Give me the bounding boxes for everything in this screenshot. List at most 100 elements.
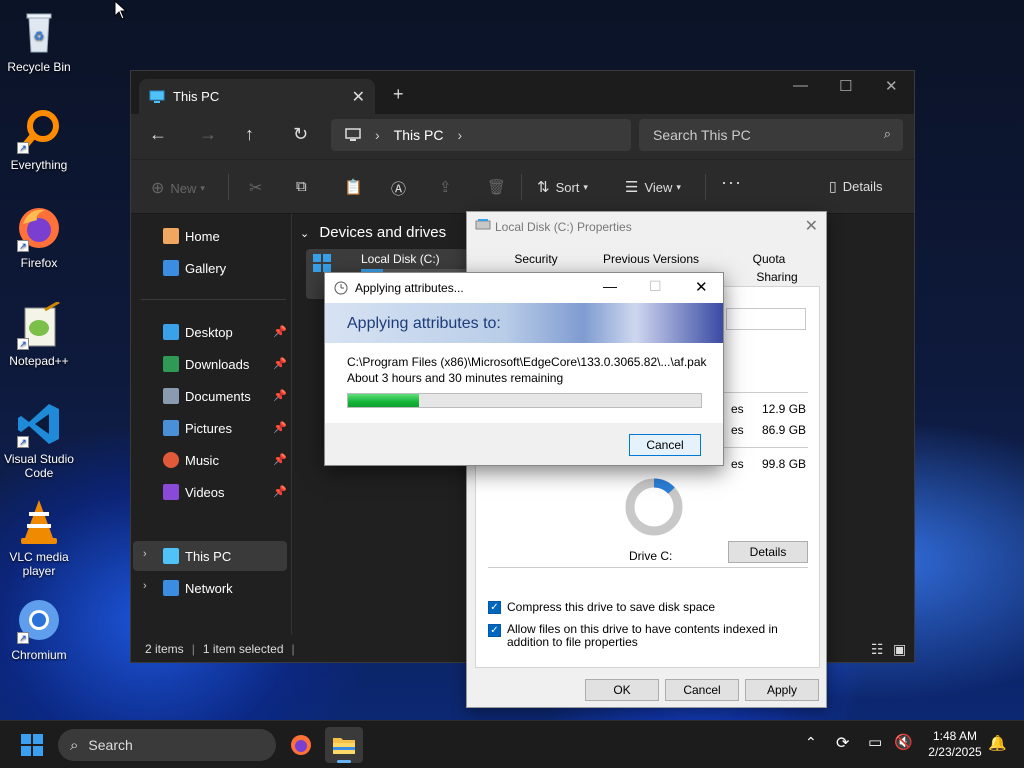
separator: [488, 567, 808, 568]
desktop-icon-notepadpp[interactable]: ↗ Notepad++: [1, 300, 77, 368]
desktop-icon-label: VLC media player: [9, 550, 69, 578]
desktop-icon-everything[interactable]: ↗ Everything: [1, 106, 77, 172]
shortcut-arrow-icon: ↗: [17, 436, 29, 448]
clock-date: 2/23/2025: [928, 745, 982, 759]
cancel-button[interactable]: Cancel: [665, 679, 739, 701]
rename-icon[interactable]: Ⓐ: [391, 178, 406, 199]
more-options-icon[interactable]: ···: [721, 172, 742, 193]
sidebar-item-documents[interactable]: Documents: [163, 388, 251, 404]
desktop-icon-label: Notepad++: [9, 354, 69, 368]
pin-icon[interactable]: 📌: [273, 453, 287, 466]
expand-chevron-icon[interactable]: ›: [143, 548, 147, 560]
details-view-icon[interactable]: ☷: [871, 641, 884, 658]
apply-button[interactable]: Apply: [745, 679, 819, 701]
start-windows-icon[interactable]: [20, 733, 44, 757]
sort-button[interactable]: ⇅ Sort ▾: [537, 178, 588, 196]
new-button[interactable]: ⊕ New ▾: [151, 178, 205, 198]
sidebar-item-pictures[interactable]: Pictures: [163, 420, 232, 436]
index-option[interactable]: ✓ Allow files on this drive to have cont…: [488, 623, 808, 649]
sidebar-item-music[interactable]: Music: [163, 452, 219, 468]
pin-icon[interactable]: 📌: [273, 389, 287, 402]
sidebar-item-label: Downloads: [185, 356, 250, 372]
desktop-icon-label: Firefox: [20, 256, 58, 270]
current-file-path: C:\Program Files (x86)\Microsoft\EdgeCor…: [347, 355, 707, 369]
tiles-view-icon[interactable]: ▣: [893, 641, 906, 658]
forward-icon[interactable]: →: [199, 124, 217, 145]
cancel-button[interactable]: Cancel: [629, 434, 701, 456]
sidebar-item-desktop[interactable]: Desktop: [163, 324, 233, 340]
notifications-bell-icon[interactable]: 🔔: [988, 734, 1007, 752]
view-button[interactable]: ☰ View ▾: [625, 178, 681, 196]
back-icon[interactable]: ←: [149, 124, 167, 145]
search-input[interactable]: Search This PC ⌕: [639, 119, 903, 151]
navigation-pane: Home Gallery Desktop 📌 Downloads 📌 Docum…: [131, 214, 291, 634]
details-button[interactable]: Details: [728, 541, 808, 563]
shortcut-arrow-icon: ↗: [17, 240, 29, 252]
taskbar-firefox[interactable]: [282, 727, 320, 763]
sidebar-item-downloads[interactable]: Downloads: [163, 356, 249, 372]
status-divider: |: [191, 642, 195, 656]
shortcut-arrow-icon: ↗: [17, 632, 29, 644]
close-icon[interactable]: ✕: [805, 216, 818, 236]
tab-sharing[interactable]: Sharing: [739, 270, 815, 284]
disk-usage-donut: [625, 478, 683, 536]
pin-icon[interactable]: 📌: [273, 485, 287, 498]
show-hidden-icons-chevron-icon[interactable]: ⌃: [805, 734, 817, 751]
sync-icon[interactable]: ⟳: [836, 733, 849, 753]
group-header[interactable]: ⌄ Devices and drives: [300, 224, 446, 241]
minimize-icon[interactable]: —: [793, 77, 808, 94]
pin-icon[interactable]: 📌: [273, 357, 287, 370]
sidebar-item-this-pc[interactable]: This PC: [163, 548, 231, 564]
details-pane-icon: ▯: [829, 178, 837, 194]
paste-icon[interactable]: 📋: [344, 178, 363, 196]
copy-icon[interactable]: ⧉: [296, 178, 307, 195]
volume-muted-icon[interactable]: 🔇: [894, 733, 913, 751]
share-icon[interactable]: ⇪: [439, 178, 452, 196]
tab-security[interactable]: Security: [491, 252, 581, 266]
compress-option[interactable]: ✓ Compress this drive to save disk space: [488, 600, 715, 614]
taskbar-file-explorer[interactable]: [325, 727, 363, 763]
maximize-icon[interactable]: ☐: [649, 278, 662, 295]
sort-label: Sort: [555, 179, 580, 195]
ok-button[interactable]: OK: [585, 679, 659, 701]
sidebar-item-videos[interactable]: Videos: [163, 484, 225, 500]
status-selected: 1 item selected: [202, 642, 284, 656]
vscode-icon: ↗: [15, 400, 63, 448]
desktop-folder-icon: [163, 324, 179, 340]
tab-this-pc[interactable]: This PC ✕: [139, 79, 375, 114]
expand-chevron-icon[interactable]: ›: [143, 580, 147, 592]
home-icon: [163, 228, 179, 244]
new-tab-icon[interactable]: +: [393, 84, 404, 105]
minimize-icon[interactable]: —: [603, 278, 617, 294]
close-tab-icon[interactable]: ✕: [352, 87, 365, 107]
desktop-icon-vscode[interactable]: ↗ Visual Studio Code: [1, 400, 77, 480]
sidebar-item-gallery[interactable]: Gallery: [163, 260, 226, 276]
desktop-icon-recycle-bin[interactable]: ♻ Recycle Bin: [1, 8, 77, 74]
details-pane-button[interactable]: ▯ Details: [829, 178, 882, 195]
sidebar-item-network[interactable]: Network: [163, 580, 233, 596]
network-icon[interactable]: ▭: [868, 733, 882, 751]
desktop-icon-chromium[interactable]: ↗ Chromium: [1, 596, 77, 662]
pin-icon[interactable]: 📌: [273, 421, 287, 434]
checkbox-checked-icon[interactable]: ✓: [488, 601, 501, 614]
tab-quota[interactable]: Quota: [739, 252, 799, 266]
refresh-icon[interactable]: ↻: [293, 124, 308, 145]
taskbar-clock[interactable]: 1:48 AM 2/23/2025: [920, 728, 990, 760]
taskbar-search[interactable]: ⌕ Search: [58, 729, 276, 761]
firefox-icon: [291, 735, 311, 755]
monitor-icon: [345, 128, 361, 141]
pin-icon[interactable]: 📌: [273, 325, 287, 338]
address-bar[interactable]: › This PC ›: [331, 119, 631, 151]
desktop-icon-firefox[interactable]: ↗ Firefox: [1, 204, 77, 270]
close-icon[interactable]: ✕: [695, 278, 708, 296]
maximize-icon[interactable]: ☐: [839, 77, 852, 95]
sidebar-item-home[interactable]: Home: [163, 228, 220, 244]
close-window-icon[interactable]: ✕: [885, 77, 898, 95]
desktop-icon-vlc[interactable]: VLC media player: [1, 498, 77, 578]
delete-icon[interactable]: 🗑: [487, 178, 506, 196]
cut-icon[interactable]: ✂: [249, 178, 262, 198]
up-icon[interactable]: ↑: [245, 124, 254, 145]
checkbox-checked-icon[interactable]: ✓: [488, 624, 501, 637]
tab-previous-versions[interactable]: Previous Versions: [599, 252, 703, 266]
volume-label-field[interactable]: [726, 308, 806, 330]
